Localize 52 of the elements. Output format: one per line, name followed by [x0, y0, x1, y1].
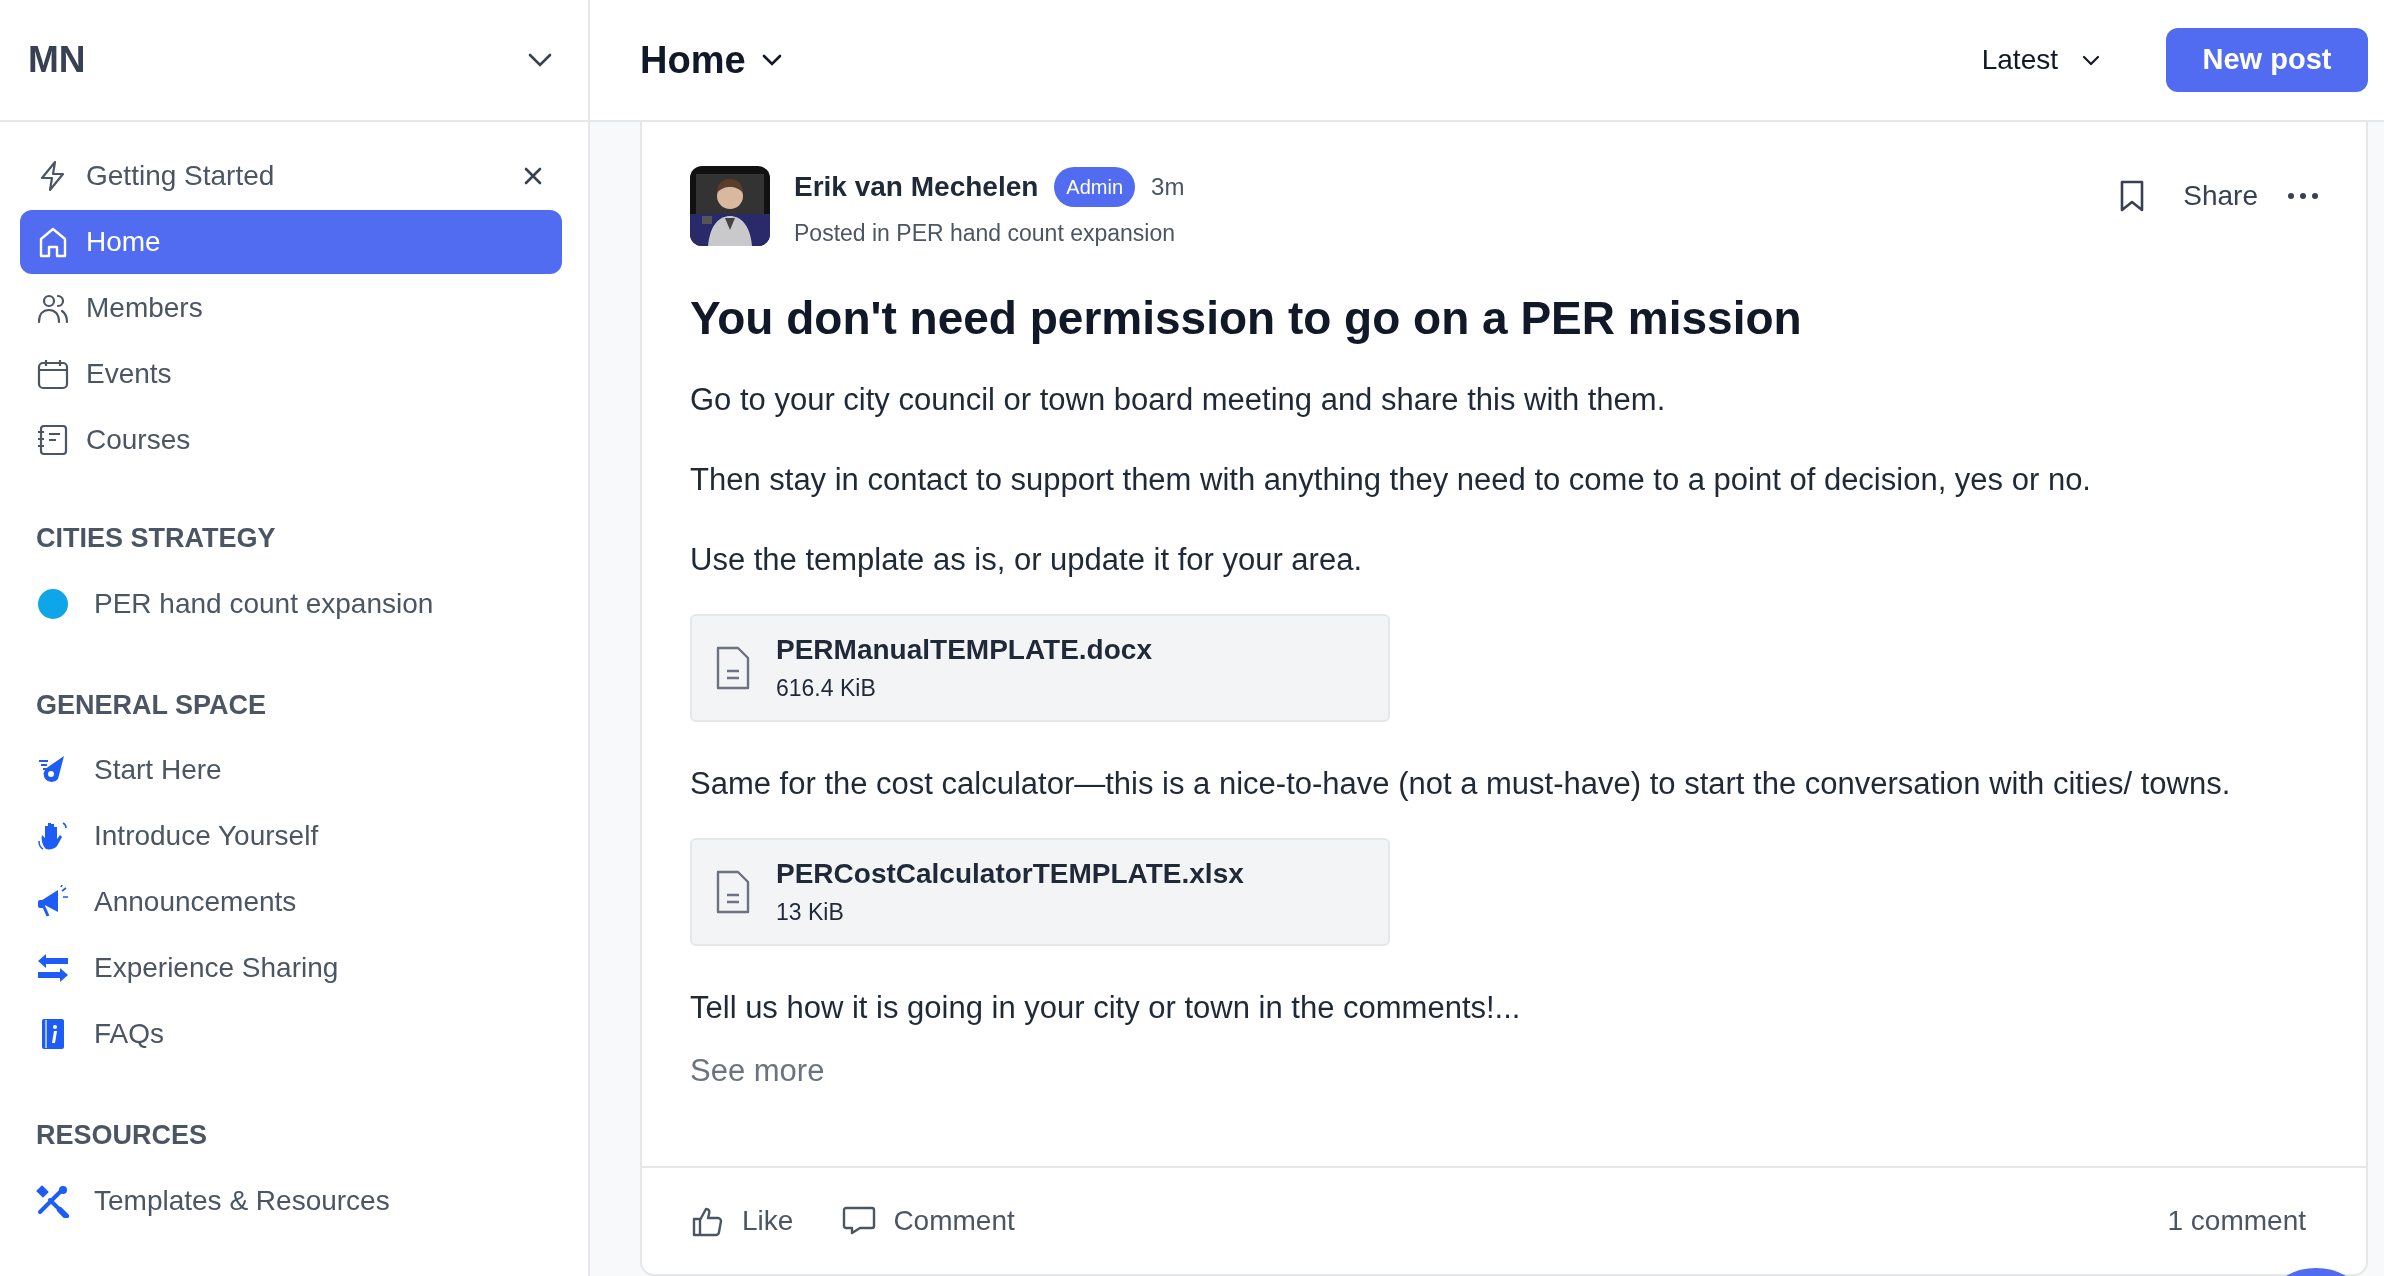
chevron-down-icon [2082, 54, 2100, 66]
post-paragraph: Tell us how it is going in your city or town in the comments!... [690, 988, 1522, 1027]
section-heading: CITIES STRATEGY [35, 522, 277, 555]
posted-in-text: Posted in PER hand count expansion [794, 219, 1177, 248]
space-item[interactable]: PER hand count expansion [20, 570, 562, 637]
file-size: 13 KiB [776, 898, 845, 928]
chevron-down-icon [761, 54, 782, 66]
post-paragraph: Same for the cost calculator—this is a nice-to-have (not a must-have) to start the conversation with cities/ towns. [690, 764, 2232, 803]
file-attachment[interactable]: PERManualTEMPLATE.docx 616.4 KiB [690, 613, 1390, 722]
section-heading: GENERAL SPACE [35, 688, 268, 722]
space-item[interactable]: Introduce Yourself [20, 803, 562, 869]
author-name[interactable]: Erik van Mechelen [794, 166, 1039, 208]
nav-item[interactable]: Events [20, 342, 562, 406]
share-button[interactable]: Share [2177, 174, 2264, 218]
file-name: PERCostCalculatorTEMPLATE.xlsx [776, 857, 1244, 892]
nav-item[interactable]: Members [20, 276, 562, 340]
post-title: You don't need permission to go on a PER mission [690, 290, 1803, 346]
file-size: 616.4 KiB [776, 674, 877, 704]
close-icon[interactable] [524, 167, 542, 185]
post-time: 3m [1151, 172, 1185, 202]
swap-arrows-icon [36, 951, 70, 985]
waving-hand-icon [36, 819, 70, 853]
bookmark-icon[interactable] [2119, 179, 2146, 213]
chevron-down-icon[interactable] [528, 53, 552, 67]
space-item[interactable]: Experience Sharing [20, 935, 562, 1001]
crossed-tools-icon [36, 1183, 70, 1218]
file-name: PERManualTEMPLATE.docx [776, 633, 1152, 668]
megaphone-icon [36, 885, 70, 919]
calendar-icon [36, 357, 70, 391]
nav-item[interactable]: Courses [20, 408, 562, 472]
more-options-icon[interactable] [2288, 193, 2318, 199]
nav-item[interactable]: Getting Started [20, 144, 562, 208]
post-paragraph: Use the template as is, or update it for your area. [690, 540, 1363, 579]
post-paragraph: Go to your city council or town board meeting and share this with them. [690, 380, 1667, 419]
community-name: MN [28, 38, 86, 83]
space-item[interactable]: Announcements [20, 869, 562, 935]
space-item[interactable]: Start Here [20, 737, 562, 803]
sort-dropdown[interactable]: Latest [1975, 38, 2106, 82]
comment-count-link[interactable]: 1 comment [2167, 1200, 2306, 1243]
space-item[interactable]: Templates & Resources [20, 1167, 562, 1234]
space-item[interactable]: FAQs [20, 1001, 562, 1067]
new-post-button[interactable]: New post [2166, 28, 2368, 92]
feed-title-dropdown[interactable]: Home [640, 31, 782, 89]
section-heading: RESOURCES [35, 1119, 209, 1152]
post-paragraph: Then stay in contact to support them with anything they need to come to a point of decision, yes or no. [690, 460, 2092, 499]
see-more-link[interactable]: See more [690, 1047, 825, 1095]
notebook-icon [36, 423, 70, 457]
role-badge: Admin [1054, 167, 1136, 207]
nav-item[interactable]: Home [20, 210, 562, 274]
comment-button[interactable]: Comment [841, 1200, 1015, 1243]
file-attachment[interactable]: PERCostCalculatorTEMPLATE.xlsx 13 KiB [690, 837, 1390, 946]
like-button[interactable]: Like [690, 1200, 794, 1243]
